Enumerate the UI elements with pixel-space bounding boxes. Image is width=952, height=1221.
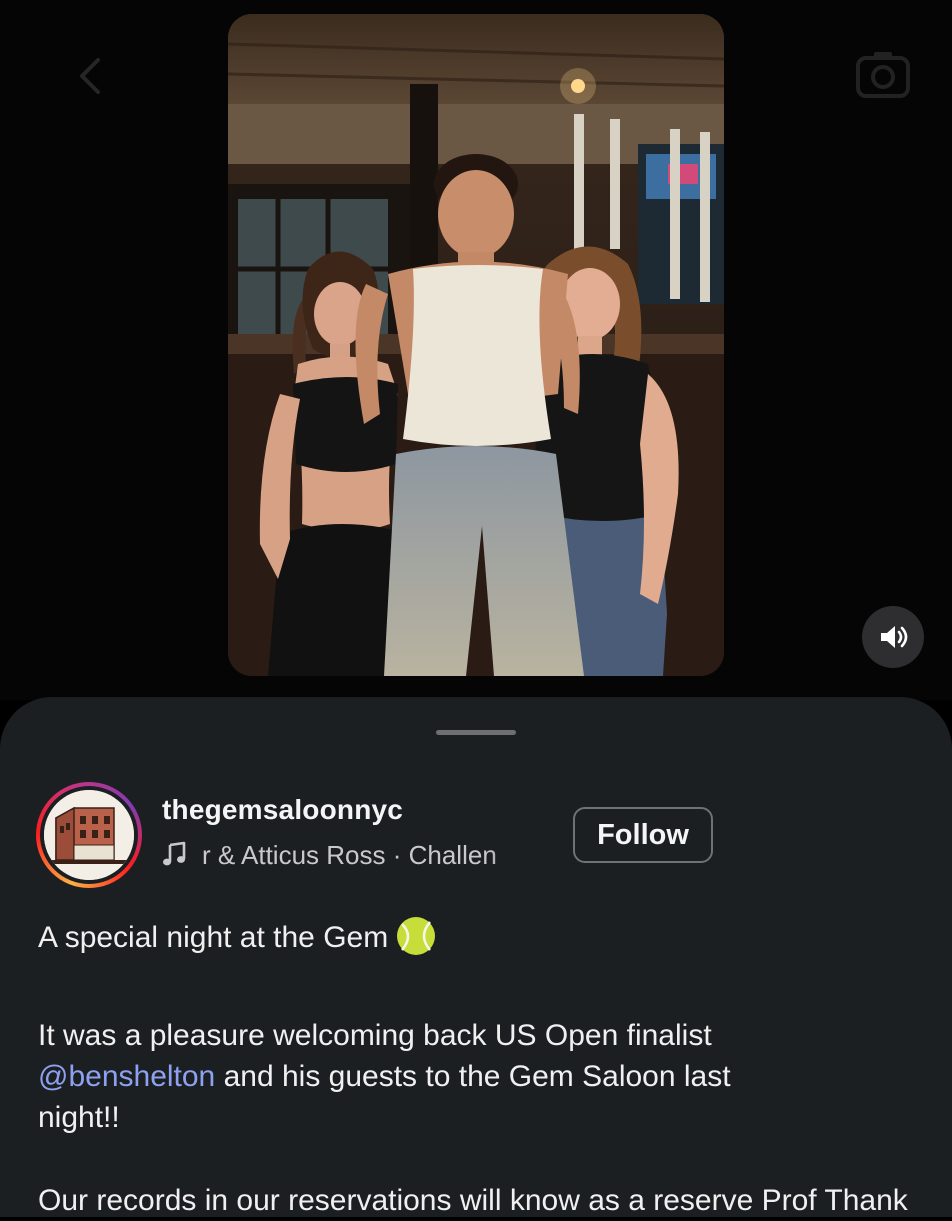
camera-icon[interactable] — [852, 44, 914, 106]
audio-attribution[interactable]: r & Atticus Ross · Challen — [162, 840, 548, 874]
saloon-building-logo — [44, 790, 134, 880]
audio-track-label: r & Atticus Ross · Challen — [202, 840, 497, 870]
caption-title: A special night at the Gem — [38, 916, 918, 958]
post-details-sheet: thegemsaloonnyc r & Atticus Ross · Chall… — [0, 697, 952, 1217]
mention-link[interactable]: @benshelton — [38, 1060, 215, 1093]
caption-line-text: and his guests to the Gem Saloon last — [215, 1060, 731, 1093]
avatar-border — [40, 786, 138, 884]
caption-line: @benshelton and his guests to the Gem Sa… — [38, 1056, 918, 1097]
drag-handle[interactable] — [436, 730, 516, 735]
music-note-icon — [163, 841, 186, 866]
follow-button[interactable]: Follow — [573, 807, 713, 863]
speaker-icon — [881, 626, 908, 648]
post-photo[interactable] — [228, 14, 724, 676]
caption-line: night!! — [38, 1101, 120, 1134]
caption-body: It was a pleasure welcoming back US Open… — [38, 1015, 918, 1138]
caption-title-text: A special night at the Gem — [38, 921, 389, 954]
caption-line: It was a pleasure welcoming back US Open… — [38, 1019, 712, 1052]
avatar — [44, 790, 134, 880]
tennis-ball-icon — [397, 917, 436, 955]
caption-cutoff-line: Our records in our reservations will kno… — [38, 1184, 908, 1217]
story-ring[interactable] — [36, 782, 142, 888]
text-fade — [488, 840, 548, 874]
sound-toggle-button[interactable] — [862, 606, 924, 668]
chevron-left-icon[interactable] — [70, 54, 114, 98]
account-username[interactable]: thegemsaloonnyc — [162, 794, 403, 826]
